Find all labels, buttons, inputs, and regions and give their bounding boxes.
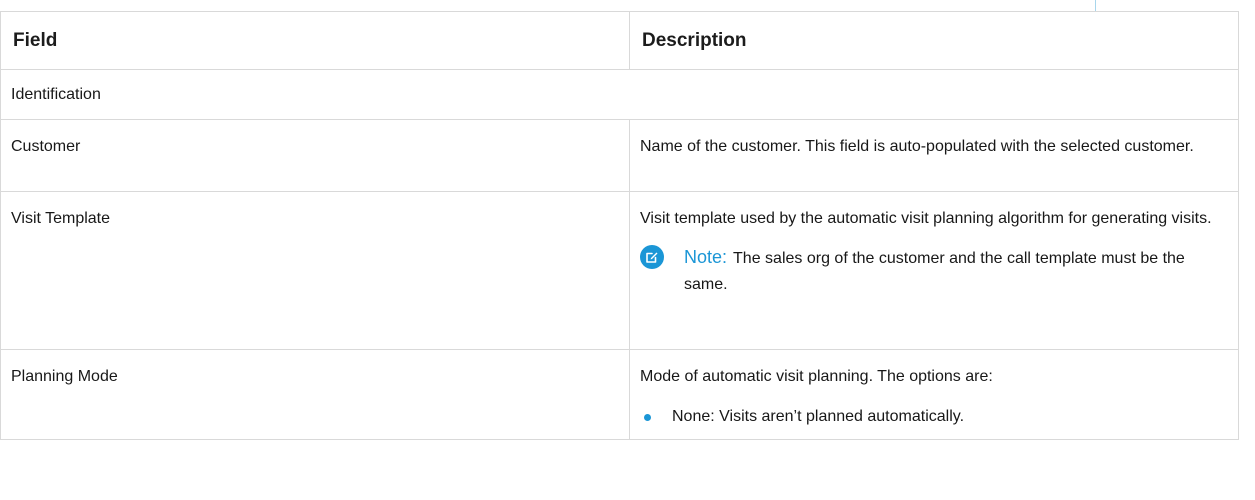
fields-table: Field Description Identification Custome… <box>0 11 1239 440</box>
description-cell: Visit template used by the automatic vis… <box>629 191 1239 350</box>
list-item-text: None: Visits aren’t planned automaticall… <box>672 408 965 425</box>
description-text: Name of the customer. This field is auto… <box>640 138 1194 155</box>
list-item: None: Visits aren’t planned automaticall… <box>640 404 1228 430</box>
table-row: Planning Mode Mode of automatic visit pl… <box>0 349 1239 440</box>
section-row: Identification <box>0 69 1239 120</box>
description-cell: Name of the customer. This field is auto… <box>629 119 1239 192</box>
field-name-cell: Visit Template <box>0 191 630 350</box>
column-header-field: Field <box>0 11 630 70</box>
field-name-cell: Customer <box>0 119 630 192</box>
field-name-cell: Planning Mode <box>0 349 630 440</box>
table-header-row: Field Description <box>0 11 1239 70</box>
description-cell: Mode of automatic visit planning. The op… <box>629 349 1239 440</box>
note-label: Note: <box>684 247 728 267</box>
table-row: Customer Name of the customer. This fiel… <box>0 119 1239 192</box>
note-text: The sales org of the customer and the ca… <box>684 250 1185 293</box>
column-header-description: Description <box>629 11 1239 70</box>
description-text: Mode of automatic visit planning. The op… <box>640 368 993 385</box>
options-list: None: Visits aren’t planned automaticall… <box>640 404 1228 430</box>
bullet-dot-icon <box>644 414 651 421</box>
note-callout: Note: The sales org of the customer and t… <box>640 244 1228 298</box>
note-edit-icon-glyph <box>646 252 658 263</box>
description-text: Visit template used by the automatic vis… <box>640 210 1212 227</box>
table-row: Visit Template Visit template used by th… <box>0 191 1239 350</box>
note-edit-icon <box>640 245 664 269</box>
section-title: Identification <box>0 69 1239 120</box>
